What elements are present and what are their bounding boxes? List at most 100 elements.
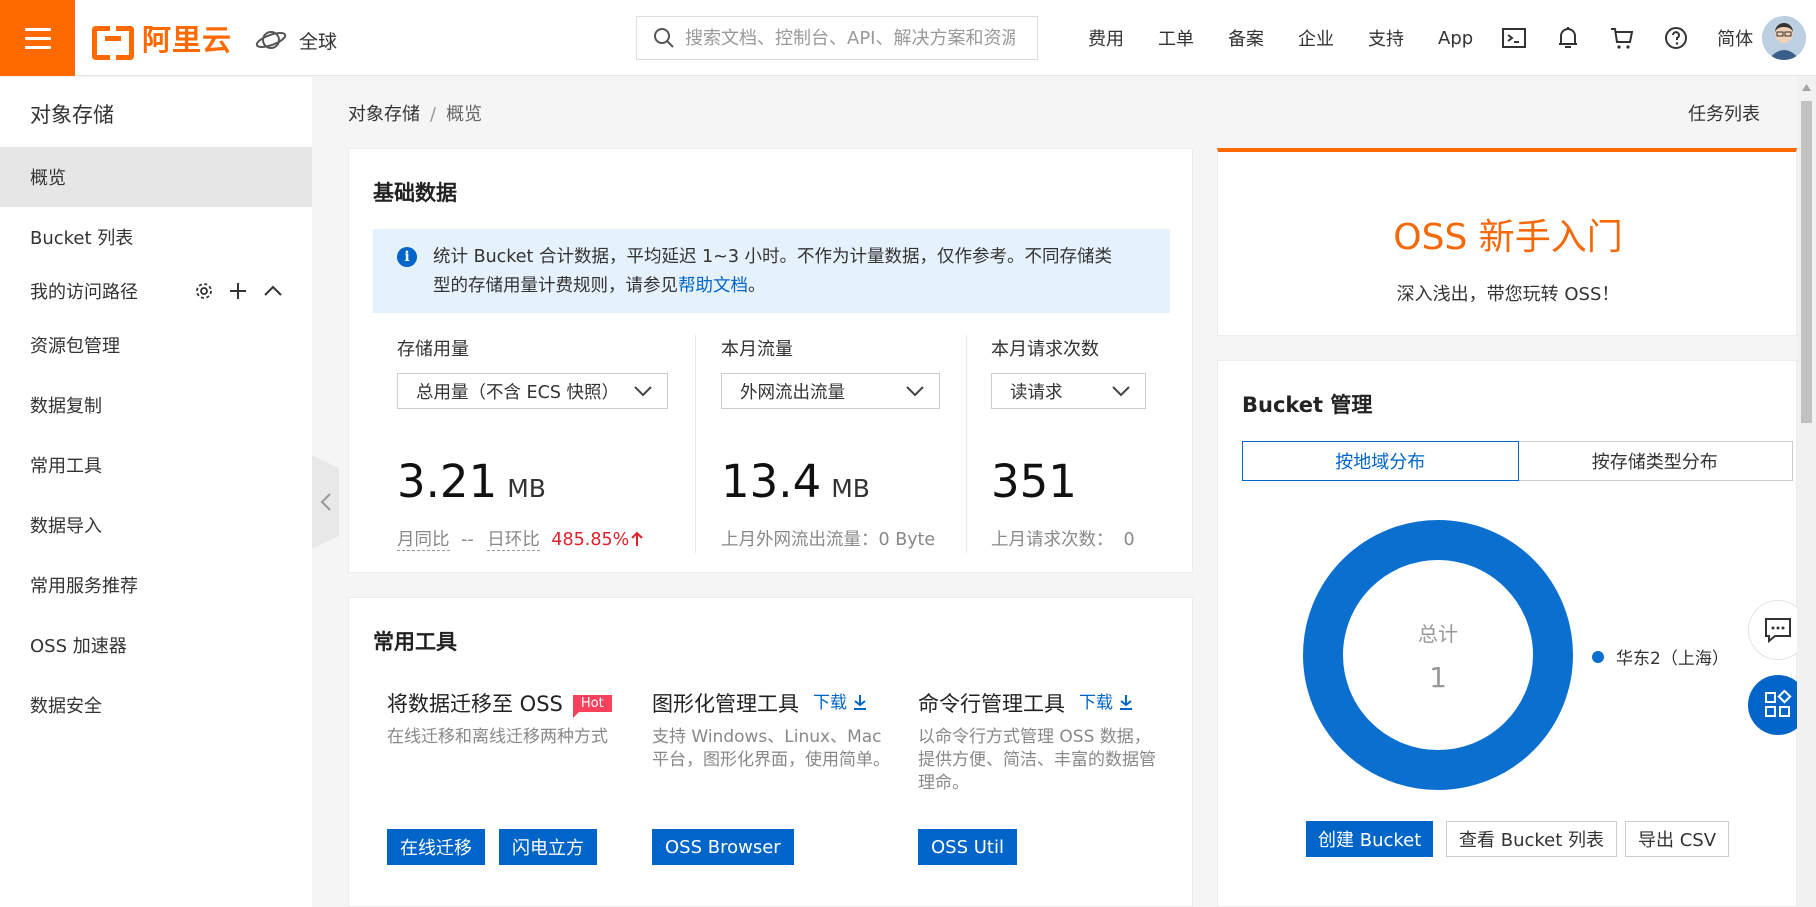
page-scrollbar[interactable] xyxy=(1797,77,1816,907)
bucket-mgmt-card: Bucket 管理 按地域分布 按存储类型分布 总计 1 华东2（上海） 创建 … xyxy=(1217,360,1797,907)
download-icon xyxy=(1120,695,1133,710)
aliyun-logo[interactable]: 阿里云 xyxy=(92,20,233,60)
breadcrumb: 对象存储 / 概览 xyxy=(348,100,482,126)
storage-compare: 月同比 -- 日环比 485.85% xyxy=(397,526,643,551)
storage-unit: MB xyxy=(507,474,546,503)
view-bucket-list-button[interactable]: 查看 Bucket 列表 xyxy=(1446,821,1618,857)
breadcrumb-root[interactable]: 对象存储 xyxy=(348,104,420,125)
lightning-cube-button[interactable]: 闪电立方 xyxy=(499,829,597,865)
sidebar-item-overview[interactable]: 概览 xyxy=(0,147,312,207)
traffic-type-select[interactable]: 外网流出流量 xyxy=(721,373,940,409)
breadcrumb-sep: / xyxy=(430,104,437,125)
scrollbar-thumb[interactable] xyxy=(1801,101,1812,423)
task-list-link[interactable]: 任务列表 xyxy=(1688,100,1760,126)
planet-icon xyxy=(255,31,287,49)
requests-metric: 本月请求次数 xyxy=(991,335,1099,361)
storage-type-select[interactable]: 总用量（不含 ECS 快照） xyxy=(397,373,668,409)
traffic-value: 13.4 MB xyxy=(721,455,870,508)
chevron-up-icon[interactable] xyxy=(262,281,284,301)
requests-number: 351 xyxy=(991,455,1077,508)
sidebar-item-replication[interactable]: 数据复制 xyxy=(0,375,312,435)
sidebar-item-bucket-list[interactable]: Bucket 列表 xyxy=(0,207,312,267)
export-csv-button[interactable]: 导出 CSV xyxy=(1625,821,1730,857)
requests-last-label: 上月请求次数： xyxy=(991,530,1114,550)
sidebar-item-accelerator[interactable]: OSS 加速器 xyxy=(0,615,312,675)
create-bucket-button[interactable]: 创建 Bucket xyxy=(1306,821,1434,857)
terminal-icon[interactable] xyxy=(1501,25,1527,51)
plus-icon[interactable] xyxy=(228,281,248,301)
nav-icp[interactable]: 备案 xyxy=(1228,25,1264,51)
sidebar-item-resource-pack[interactable]: 资源包管理 xyxy=(0,315,312,375)
search-box[interactable] xyxy=(636,16,1038,60)
chevron-down-icon xyxy=(1112,386,1130,397)
region-selector[interactable]: 全球 xyxy=(255,26,337,54)
sidebar-item-access-paths[interactable]: 我的访问路径 xyxy=(0,261,312,321)
migrate-title: 将数据迁移至 OSS xyxy=(387,692,563,716)
donut-legend[interactable]: 华东2（上海） xyxy=(1592,644,1729,669)
online-migration-button[interactable]: 在线迁移 xyxy=(387,829,485,865)
cart-icon[interactable] xyxy=(1609,25,1635,51)
legend-label: 华东2（上海） xyxy=(1616,649,1729,669)
help-icon[interactable] xyxy=(1663,25,1689,51)
gui-title: 图形化管理工具 xyxy=(652,692,799,716)
sidebar-item-data-import[interactable]: 数据导入 xyxy=(0,495,312,555)
tool-migrate: 将数据迁移至 OSS Hot 在线迁移和离线迁移两种方式 xyxy=(387,688,627,749)
gui-download-link[interactable]: 下载 xyxy=(813,693,868,713)
help-doc-link[interactable]: 帮助文档 xyxy=(678,276,748,296)
traffic-metric: 本月流量 xyxy=(721,335,793,361)
traffic-select-value: 外网流出流量 xyxy=(740,382,845,403)
bell-icon[interactable] xyxy=(1555,25,1581,51)
hot-badge: Hot xyxy=(572,695,612,718)
sidebar-item-label: 数据导入 xyxy=(30,516,102,537)
gui-desc: 支持 Windows、Linux、Mac 平台，图形化界面，使用简单。 xyxy=(652,727,890,770)
sidebar-item-security[interactable]: 数据安全 xyxy=(0,675,312,735)
oss-util-button[interactable]: OSS Util xyxy=(918,829,1017,865)
nav-app[interactable]: App xyxy=(1438,28,1473,49)
avatar[interactable] xyxy=(1762,16,1806,60)
tab-by-region[interactable]: 按地域分布 xyxy=(1242,441,1519,481)
cli-desc: 以命令行方式管理 OSS 数据，提供方便、简洁、丰富的数据管理命。 xyxy=(918,727,1156,793)
gear-icon[interactable] xyxy=(194,281,214,301)
tab-by-storage-class[interactable]: 按存储类型分布 xyxy=(1518,442,1793,480)
storage-metric: 存储用量 xyxy=(397,335,469,361)
logo-text: 阿里云 xyxy=(142,23,233,57)
search-input[interactable] xyxy=(685,27,1015,49)
sidebar-item-label: 常用工具 xyxy=(30,456,102,477)
basic-data-title: 基础数据 xyxy=(373,181,457,205)
storage-value: 3.21 MB xyxy=(397,455,546,508)
sidebar-collapse-handle[interactable] xyxy=(312,455,339,549)
nav-fee[interactable]: 费用 xyxy=(1088,25,1124,51)
mom-label[interactable]: 月同比 xyxy=(397,530,450,551)
dod-label[interactable]: 日环比 xyxy=(487,530,540,551)
bucket-donut-chart: 总计 1 xyxy=(1303,520,1573,790)
requests-last-month: 上月请求次数： 0 xyxy=(991,526,1135,551)
sidebar-item-services[interactable]: 常用服务推荐 xyxy=(0,555,312,615)
lang-switch[interactable]: 简体 xyxy=(1717,25,1753,51)
region-label: 全球 xyxy=(299,30,338,53)
info-text-end: 。 xyxy=(748,276,766,296)
sidebar-item-label: 资源包管理 xyxy=(30,336,120,357)
nav-ticket[interactable]: 工单 xyxy=(1158,25,1194,51)
requests-select-value: 读请求 xyxy=(1010,382,1063,403)
gui-download-label: 下载 xyxy=(813,693,847,713)
menu-icon[interactable] xyxy=(0,0,75,76)
sidebar-title: 对象存储 xyxy=(30,103,114,127)
oss-intro-card[interactable]: OSS 新手入门 深入浅出，带您玩转 OSS！ xyxy=(1217,148,1797,336)
sidebar-item-label: 数据安全 xyxy=(30,696,102,717)
request-type-select[interactable]: 读请求 xyxy=(991,373,1146,409)
nav-support[interactable]: 支持 xyxy=(1368,25,1404,51)
oss-browser-button[interactable]: OSS Browser xyxy=(652,829,794,865)
nav-enterprise[interactable]: 企业 xyxy=(1298,25,1334,51)
metric-divider xyxy=(966,335,967,553)
aliyun-logo-mark xyxy=(92,24,134,60)
tool-cli: 命令行管理工具 下载 以命令行方式管理 OSS 数据，提供方便、简洁、丰富的数据管… xyxy=(918,688,1163,795)
storage-label: 存储用量 xyxy=(397,339,469,360)
mom-value: -- xyxy=(461,530,474,550)
chevron-down-icon xyxy=(906,386,924,397)
info-text-2: 型的存储用量计费规则，请参见 xyxy=(433,276,678,296)
scroll-up-icon[interactable] xyxy=(1797,81,1816,95)
metric-divider xyxy=(695,335,696,553)
sidebar-item-tools[interactable]: 常用工具 xyxy=(0,435,312,495)
cli-download-link[interactable]: 下载 xyxy=(1079,693,1134,713)
tool-gui: 图形化管理工具 下载 支持 Windows、Linux、Mac 平台，图形化界面，… xyxy=(652,688,892,772)
